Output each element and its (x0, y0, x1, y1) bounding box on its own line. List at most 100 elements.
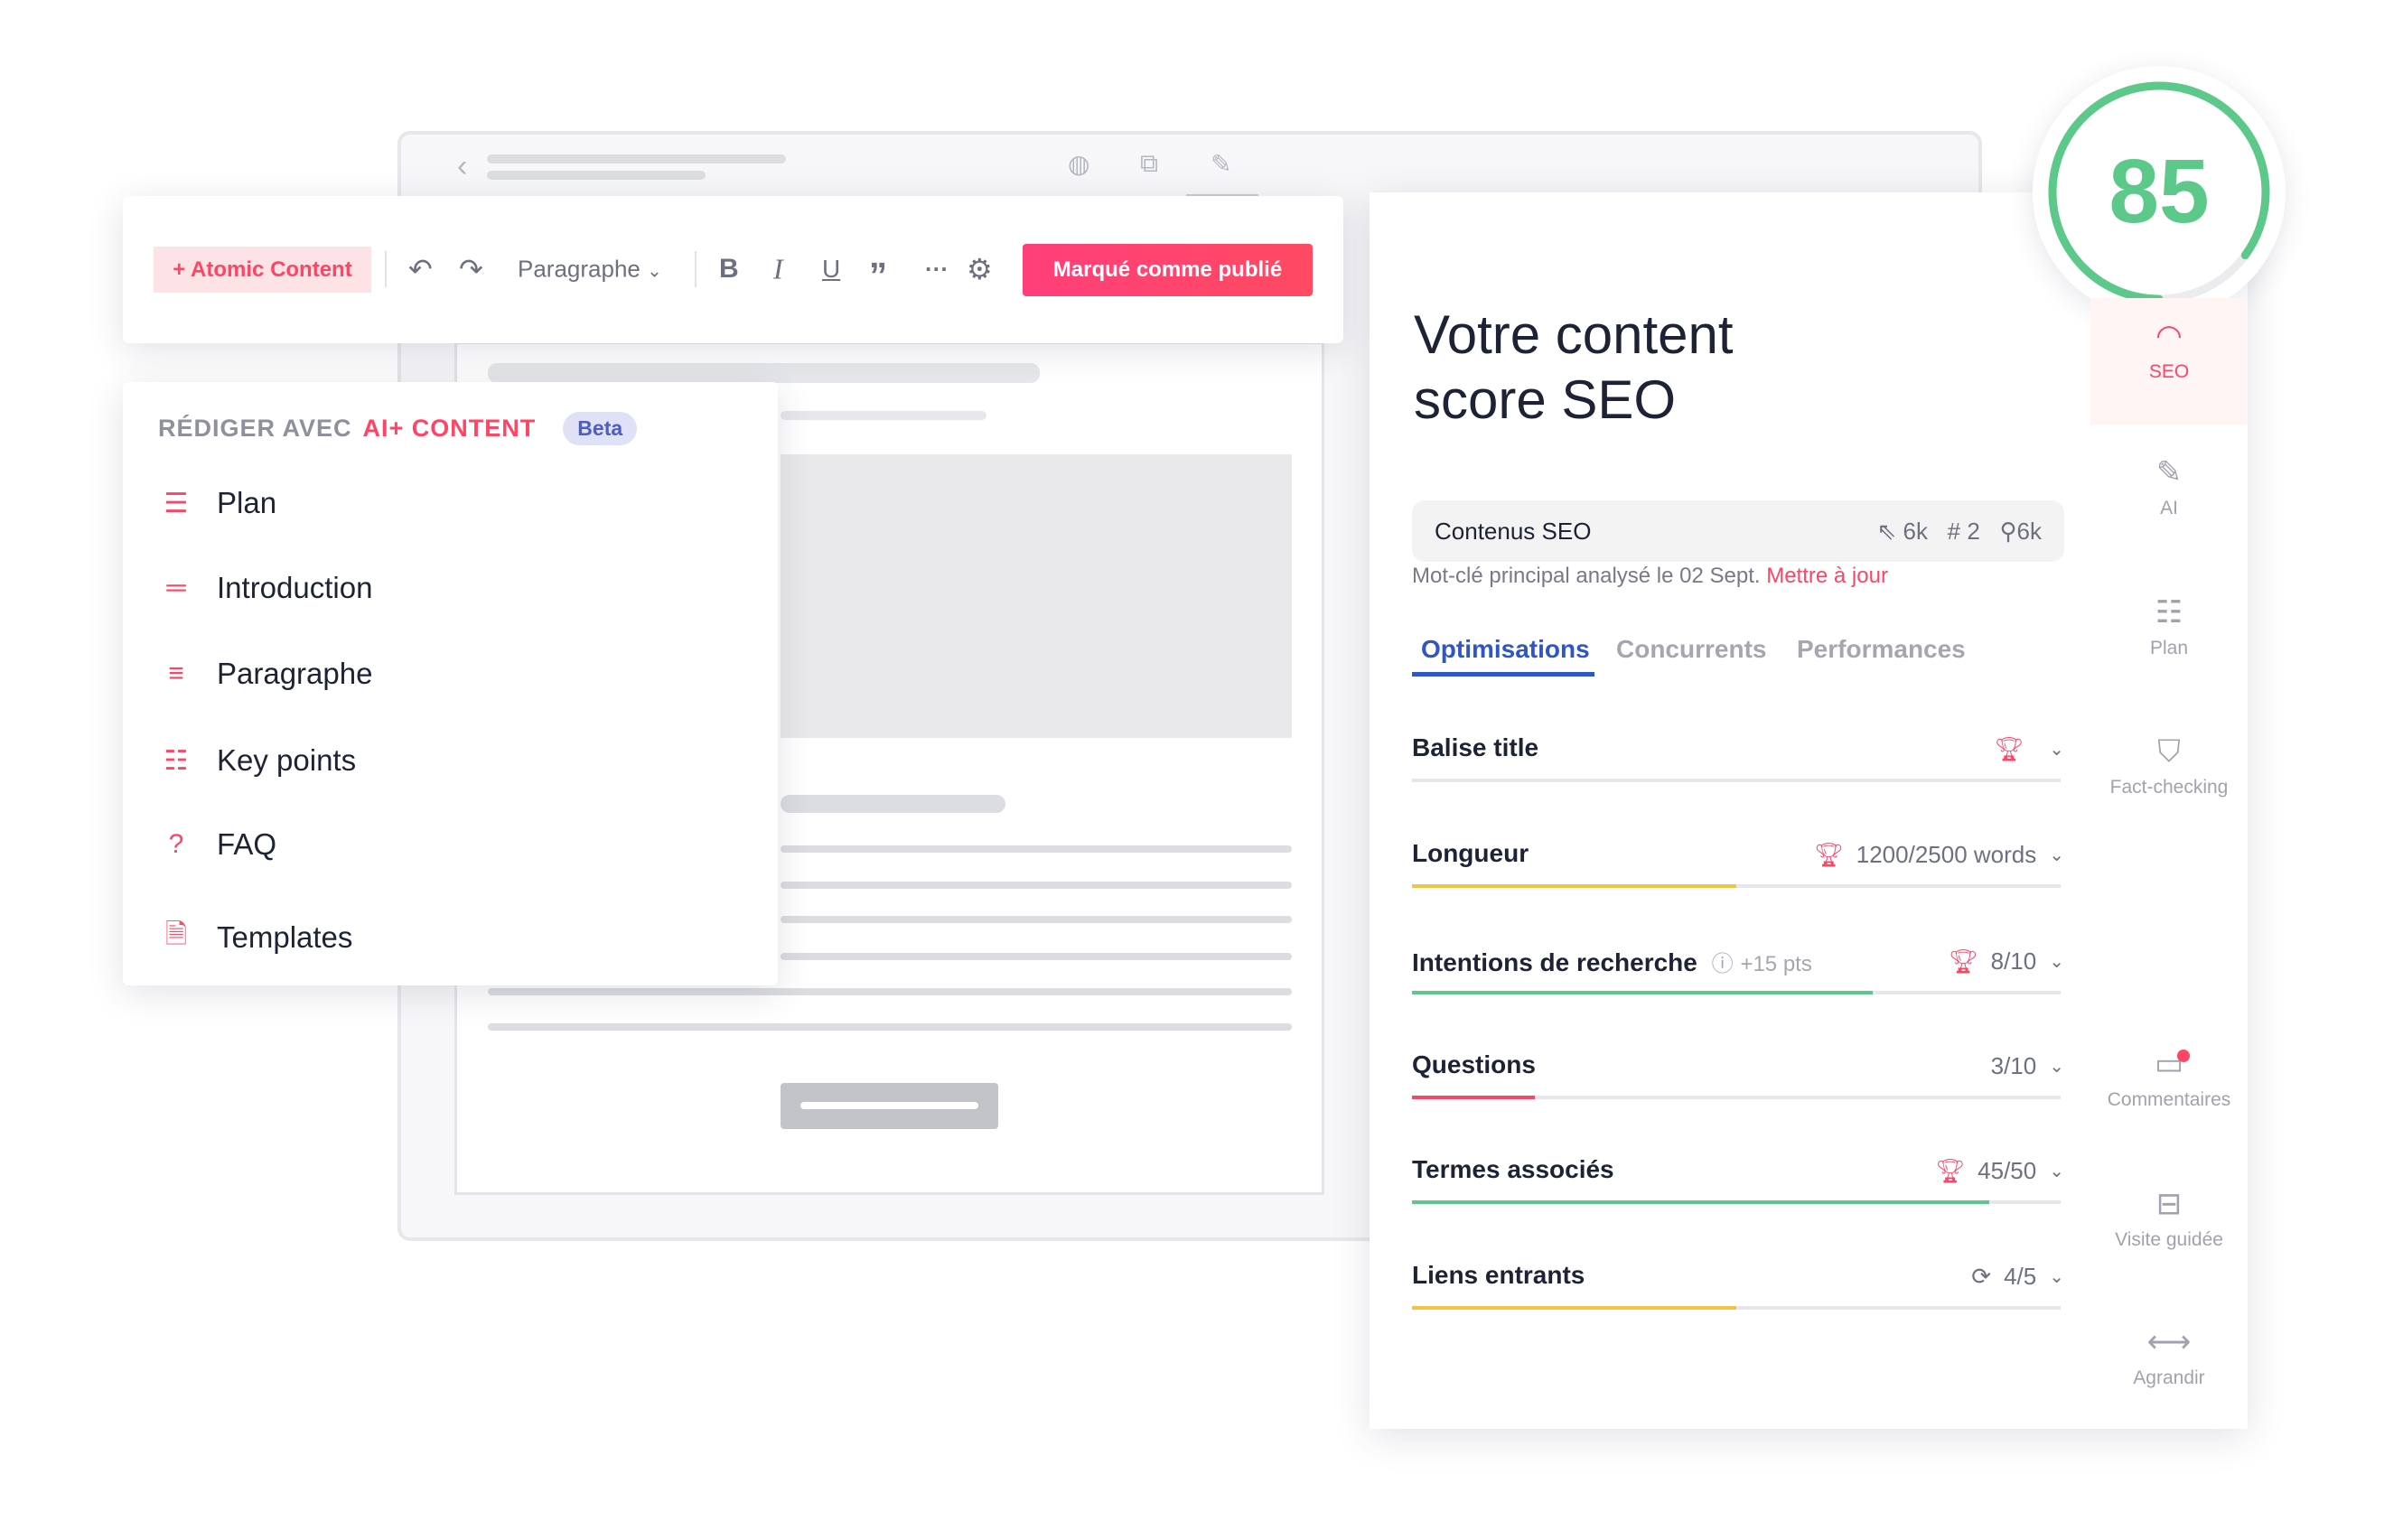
item-label: Introduction (217, 571, 373, 604)
row-label[interactable]: Intentions de recherche ⓘ +15 pts (1412, 946, 1812, 977)
cursor-icon: ⇖ (1876, 517, 1897, 545)
ai-item-plan[interactable]: ☰ Plan (158, 486, 277, 520)
ai-item-paragraphe[interactable]: ≡ Paragraphe (158, 657, 372, 691)
tab-performances[interactable]: Performances (1797, 635, 1966, 664)
sidebar-item-agrandir[interactable]: ⟷ Agrandir (2090, 1324, 2248, 1389)
row-label[interactable]: Longueur (1412, 839, 1529, 868)
row-status[interactable]: 3/10 ⌄ (1991, 1052, 2064, 1080)
progress-fill (1412, 991, 1873, 994)
chevron-down-icon: ⌄ (2049, 1057, 2064, 1077)
score-value: 85 (2108, 141, 2210, 242)
undo-icon[interactable]: ↶ (408, 252, 433, 286)
trophy-icon: 🏆︎ (1935, 1157, 1966, 1184)
tab-optimisations[interactable]: Optimisations (1421, 635, 1590, 664)
item-label: FAQ (217, 827, 277, 861)
sidebar-item-fact-checking[interactable]: ⛉ Fact-checking (2090, 734, 2248, 798)
copy-icon[interactable]: ⧉ (1140, 149, 1158, 179)
ai-item-faq[interactable]: ? FAQ (158, 827, 276, 862)
tab-concurrents[interactable]: Concurrents (1616, 635, 1766, 664)
lines-icon: ═ (166, 573, 186, 602)
ai-item-templates[interactable]: 🗎 Templates (158, 914, 352, 960)
row-value: 4/5 (2004, 1263, 2037, 1290)
row-label[interactable]: Balise title (1412, 733, 1538, 762)
sidebar-item-commentaires[interactable]: ▭ Commentaires (2090, 1046, 2248, 1111)
clicks-value: 6k (1903, 517, 1928, 545)
globe-icon[interactable]: ◍ (1068, 149, 1089, 179)
progress-track (1412, 779, 2061, 782)
list-icon: ☰ (164, 488, 189, 518)
comment-icon: ▭ (2090, 1046, 2248, 1082)
sidebar-item-visite-guidee[interactable]: ⊟ Visite guidée (2090, 1186, 2248, 1251)
row-label[interactable]: Termes associés (1412, 1155, 1614, 1184)
progress-track (1412, 1200, 2061, 1204)
rank-value: # 2 (1947, 517, 1980, 545)
bold-icon[interactable]: B (719, 254, 739, 285)
sidebar-item-seo[interactable]: ◠ SEO (2090, 318, 2248, 383)
sidebar-label: Visite guidée (2115, 1229, 2223, 1250)
ai-pencil-icon: ✎ (2155, 455, 2183, 490)
keyword-box: Contenus SEO ⇖ 6k # 2 ⚲6k (1412, 500, 2064, 562)
row-value: 45/50 (1978, 1157, 2037, 1184)
keyword-text: Contenus SEO (1435, 517, 1592, 545)
chevron-down-icon: ⌄ (2049, 740, 2064, 760)
row-title: Intentions de recherche (1412, 948, 1697, 976)
item-label: Paragraphe (217, 657, 373, 690)
signpost-icon: ⊟ (2155, 1187, 2183, 1221)
notification-dot (2177, 1050, 2190, 1062)
active-tab-underline (1412, 672, 1594, 677)
ai-item-introduction[interactable]: ═ Introduction (158, 571, 372, 605)
gauge-icon: ◠ (2155, 319, 2183, 353)
row-value: 8/10 (1990, 947, 2037, 975)
italic-icon[interactable]: I (773, 253, 783, 286)
underline-icon[interactable]: U (822, 255, 840, 284)
ai-menu-header: RÉDIGER AVEC AI+ CONTENT Beta (158, 412, 638, 445)
atomic-content-button[interactable]: + Atomic Content (154, 247, 371, 293)
quote-icon[interactable]: ” (869, 257, 887, 297)
ai-item-key-points[interactable]: ☷ Key points (158, 743, 357, 778)
style-select-value: Paragraphe (518, 255, 640, 283)
row-label[interactable]: Questions (1412, 1050, 1536, 1079)
item-label: Templates (217, 919, 353, 954)
gear-icon[interactable]: ⚙ (967, 252, 993, 286)
progress-track (1412, 991, 2061, 994)
keyword-stats: ⇖ 6k # 2 ⚲6k (1876, 518, 2042, 546)
row-status[interactable]: 🏆︎ ⌄ (1994, 735, 2064, 763)
more-icon[interactable]: ··· (925, 256, 949, 284)
publish-button[interactable]: Marqué comme publié (1023, 244, 1313, 296)
trophy-icon: 🏆︎ (1813, 841, 1844, 868)
sidebar-item-plan[interactable]: ☷ Plan (2090, 594, 2248, 659)
update-link[interactable]: Mettre à jour (1766, 564, 1888, 588)
row-label[interactable]: Liens entrants (1412, 1261, 1585, 1290)
shield-check-icon: ⛉ (2157, 734, 2181, 769)
progress-fill (1412, 884, 1736, 888)
chevron-down-icon: ⌄ (647, 261, 662, 282)
pencil-icon[interactable]: ✎ (1211, 149, 1231, 179)
style-select[interactable]: Paragraphe ⌄ (518, 256, 662, 284)
row-status[interactable]: 🏆︎ 45/50 ⌄ (1935, 1157, 2064, 1185)
paragraph-icon: ≡ (168, 658, 184, 688)
plan-icon: ☷ (2155, 595, 2183, 630)
search-icon: ⚲ (1999, 517, 2017, 545)
row-title: Liens entrants (1412, 1261, 1585, 1289)
row-extra: +15 pts (1740, 952, 1812, 976)
progress-fill (1412, 1096, 1536, 1099)
key-points-icon: ☷ (164, 745, 189, 776)
redo-icon[interactable]: ↷ (459, 252, 483, 286)
doc-button[interactable] (781, 1083, 998, 1129)
score-gauge: 85 (2033, 66, 2286, 319)
sidebar-label: SEO (2148, 361, 2190, 382)
sidebar-item-ai[interactable]: ✎ AI (2090, 454, 2248, 519)
back-icon[interactable]: ‹ (457, 149, 467, 184)
template-icon: 🗎 (164, 919, 188, 949)
chevron-down-icon: ⌄ (2049, 1267, 2064, 1287)
sidebar-label: AI (2160, 498, 2178, 518)
chevron-down-icon: ⌄ (2049, 845, 2064, 865)
progress-fill (1412, 1306, 1736, 1310)
row-status[interactable]: ⟳ 4/5 ⌄ (1971, 1263, 2064, 1291)
progress-track (1412, 1306, 2061, 1310)
row-status[interactable]: 🏆︎ 1200/2500 words ⌄ (1814, 841, 2064, 869)
row-status[interactable]: 🏆︎ 8/10 ⌄ (1949, 947, 2064, 975)
question-icon: ? (168, 829, 184, 859)
progress-track (1412, 1096, 2061, 1099)
image-placeholder (781, 454, 1292, 738)
